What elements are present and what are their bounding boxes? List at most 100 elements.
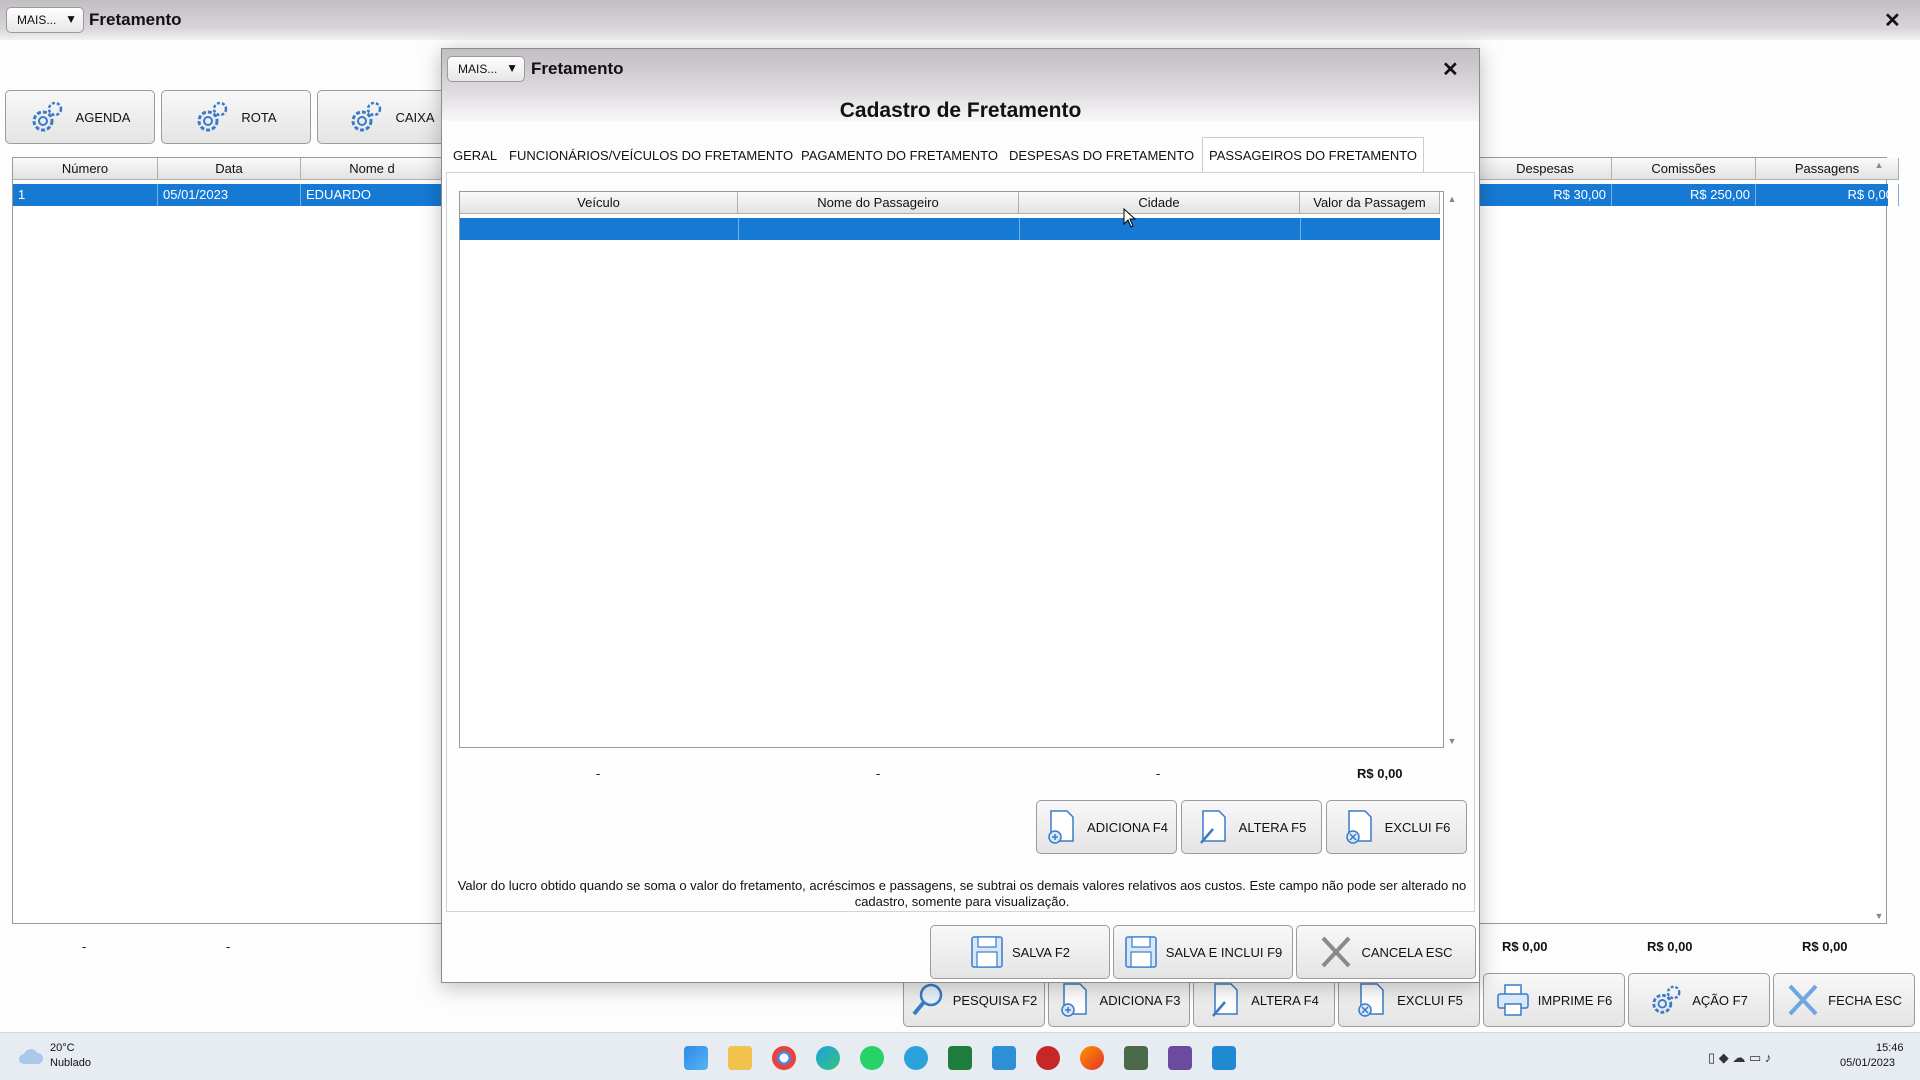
mais-label: MAIS... [17,13,57,27]
tab-pagamento[interactable]: PAGAMENTO DO FRETAMENTO [795,139,1004,172]
fecha-button[interactable]: FECHA ESC [1773,973,1915,1027]
tab-despesas[interactable]: DESPESAS DO FRETAMENTO [1003,139,1200,172]
col-header-nome[interactable]: Nome d [301,158,444,180]
tab-passageiros[interactable]: PASSAGEIROS DO FRETAMENTO [1202,137,1425,173]
footer-comissoes: R$ 0,00 [1647,939,1693,954]
col-header-comissoes[interactable]: Comissões [1612,158,1756,180]
altera-passageiro-button[interactable]: ALTERA F5 [1181,800,1322,854]
edit-document-icon [1199,810,1226,844]
save-icon [1124,936,1157,968]
chevron-down-icon: ▼ [65,12,77,26]
start-icon[interactable] [684,1046,708,1070]
tab-geral[interactable]: GERAL [447,139,503,172]
weather-temp: 20°C [50,1042,75,1054]
gear-icon [32,101,62,132]
col-header-numero[interactable]: Número [13,158,158,180]
cell-divider [738,218,739,240]
clock-time[interactable]: 15:46 [1876,1042,1904,1054]
printer-icon [1497,984,1529,1016]
altera-label: ALTERA F4 [1251,992,1319,1008]
fecha-label: FECHA ESC [1828,992,1902,1008]
cell-comissoes: R$ 250,00 [1612,184,1756,206]
add-document-icon [1048,810,1074,844]
cloud-icon [19,1049,44,1064]
close-icon [1788,984,1818,1016]
summary-valor: R$ 0,00 [1357,766,1403,781]
weather-desc: Nublado [50,1057,91,1069]
footer-data: - [226,939,231,954]
exclui-passageiro-button[interactable]: EXCLUI F6 [1326,800,1467,854]
app-icon[interactable] [1036,1046,1060,1070]
adiciona-passageiro-button[interactable]: ADICIONA F4 [1036,800,1177,854]
agenda-label: AGENDA [75,109,131,125]
footer-despesas: R$ 0,00 [1502,939,1548,954]
scroll-down-arrow[interactable]: ▼ [1872,911,1886,921]
acao-label: AÇÃO F7 [1692,992,1748,1008]
modal-mais-dropdown-button[interactable]: MAIS... ▼ [447,56,525,82]
firefox-icon[interactable] [1080,1046,1104,1070]
col-header-nome-passageiro[interactable]: Nome do Passageiro [738,192,1019,214]
tab-funcionarios-veiculos[interactable]: FUNCIONÁRIOS/VEÍCULOS DO FRETAMENTO [503,139,799,172]
delete-document-icon [1358,983,1384,1017]
chrome-icon[interactable] [772,1046,796,1070]
scroll-up-arrow[interactable]: ▲ [1872,160,1886,170]
agenda-button[interactable]: AGENDA [5,90,155,144]
cell-data: 05/01/2023 [158,184,301,206]
delete-document-icon [1345,810,1372,844]
scroll-down-arrow[interactable]: ▼ [1445,736,1459,746]
telegram-icon[interactable] [904,1046,928,1070]
edit-document-icon [1212,983,1238,1017]
spreadsheet-icon[interactable] [948,1046,972,1070]
col-header-veiculo[interactable]: Veículo [460,192,738,214]
modal-close-button[interactable]: ✕ [1442,57,1459,82]
adiciona-label: ADICIONA F3 [1099,992,1181,1008]
cell-divider [1019,218,1020,240]
footer-passagens: R$ 0,00 [1802,939,1848,954]
cell-despesas: R$ 30,00 [1479,184,1612,206]
imprime-label: IMPRIME F6 [1537,992,1613,1008]
close-window-button[interactable]: ✕ [1884,8,1901,33]
app-icon[interactable] [1212,1046,1236,1070]
summary-veiculo: - [596,766,601,781]
gear-icon [351,101,382,132]
chevron-down-icon: ▼ [506,61,518,75]
cell-nome: EDUARDO [301,184,444,206]
exclui-label: EXCLUI F5 [1397,992,1463,1008]
mais-dropdown-button[interactable]: MAIS... ▼ [6,7,84,33]
table-row[interactable] [460,218,1440,240]
salva-button[interactable]: SALVA F2 [930,925,1110,979]
altera-passageiro-label: ALTERA F5 [1238,819,1307,835]
system-tray-icons[interactable]: ▯ ◆ ☁ ▭ ♪ [1708,1050,1771,1066]
taskbar: 20°C Nublado ▯ ◆ ☁ ▭ ♪ 15:46 05/01/2023 [0,1032,1920,1080]
col-header-data[interactable]: Data [158,158,301,180]
app-icon[interactable] [992,1046,1016,1070]
gear-icon [197,101,228,132]
clock-date[interactable]: 05/01/2023 [1840,1057,1895,1069]
rota-button[interactable]: ROTA [161,90,311,144]
summary-nome: - [876,766,881,781]
cadastro-modal: MAIS... ▼ Fretamento ✕ Cadastro de Freta… [441,48,1480,983]
caixa-label: CAIXA [395,109,435,125]
rota-label: ROTA [241,109,277,125]
file-explorer-icon[interactable] [728,1046,752,1070]
col-header-cidade[interactable]: Cidade [1019,192,1300,214]
whatsapp-icon[interactable] [860,1046,884,1070]
col-header-despesas[interactable]: Despesas [1479,158,1612,180]
edge-icon[interactable] [816,1046,840,1070]
mouse-cursor-icon [1123,208,1137,228]
scroll-up-arrow[interactable]: ▲ [1445,194,1459,204]
app-icon[interactable] [1124,1046,1148,1070]
footer-numero: - [82,939,87,954]
video-editor-icon[interactable] [1168,1046,1192,1070]
salva-e-inclui-label: SALVA E INCLUI F9 [1165,944,1283,960]
col-header-valor-passagem[interactable]: Valor da Passagem [1300,192,1440,214]
cancela-button[interactable]: CANCELA ESC [1296,925,1476,979]
passageiros-grid[interactable]: Veículo Nome do Passageiro Cidade Valor … [459,191,1444,748]
acao-button[interactable]: AÇÃO F7 [1628,973,1770,1027]
summary-cidade: - [1156,766,1161,781]
salva-e-inclui-button[interactable]: SALVA E INCLUI F9 [1113,925,1293,979]
save-icon [971,936,1003,968]
pesquisa-label: PESQUISA F2 [952,992,1038,1008]
add-document-icon [1060,983,1087,1017]
imprime-button[interactable]: IMPRIME F6 [1483,973,1625,1027]
